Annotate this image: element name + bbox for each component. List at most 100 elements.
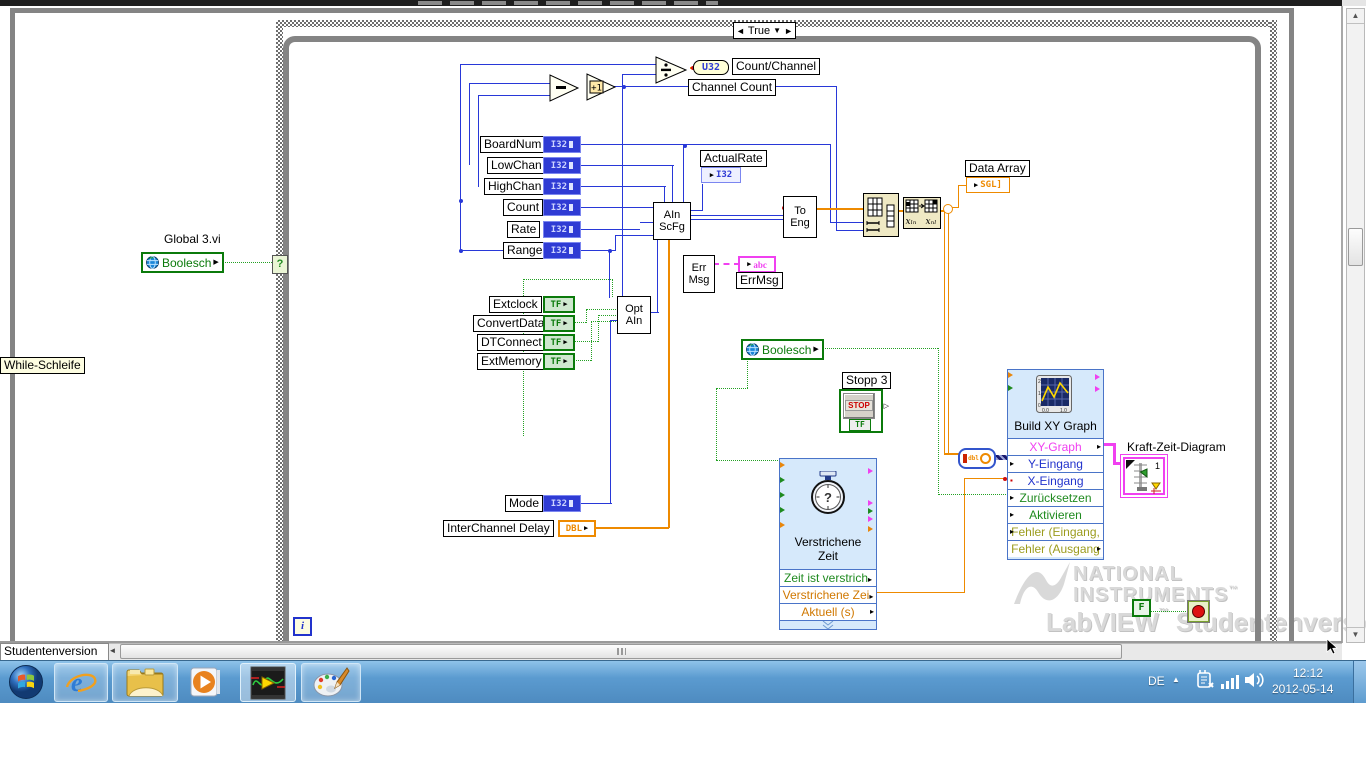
- horizontal-scroll-thumb[interactable]: [120, 644, 1122, 659]
- to-eng-node[interactable]: To Eng: [783, 196, 817, 238]
- build-xy-graph-express-vi[interactable]: 2 1 0 0.0 1.0 Build XY Graph XY-Graph ▸ ▸ Y-E…: [1007, 369, 1104, 560]
- vertical-scrollbar[interactable]: ▲ ▼: [1346, 8, 1365, 643]
- xy-row-xy-graph[interactable]: XY-Graph ▸: [1008, 438, 1103, 455]
- terminal-count-i32[interactable]: I32 ▶: [543, 199, 581, 216]
- case-next-icon[interactable]: ►: [784, 26, 793, 36]
- wire: [469, 83, 551, 84]
- loop-iteration-terminal[interactable]: i: [293, 617, 312, 636]
- elapsed-row-elapsed-time[interactable]: Verstrichene Zei▸: [780, 586, 876, 603]
- loop-stop-terminal[interactable]: [1187, 600, 1210, 623]
- terminal-convertdata-tf[interactable]: TF ▶: [543, 315, 575, 332]
- outer-while-loop-border-left[interactable]: [10, 8, 15, 641]
- divide-node[interactable]: [655, 56, 689, 84]
- labview-icon: [250, 666, 286, 699]
- xy-row-reset[interactable]: ▸ Zurücksetzen: [1008, 489, 1103, 506]
- wire: [607, 86, 688, 87]
- wire: [615, 235, 655, 236]
- stop-icon: STOP: [845, 400, 873, 411]
- terminal-range-i32[interactable]: I32 ▶: [543, 242, 581, 259]
- xy-row-enable[interactable]: ▸ Aktivieren: [1008, 506, 1103, 523]
- terminal-extmemory-tf[interactable]: TF ▶: [543, 353, 575, 370]
- taskbar-paint[interactable]: [301, 663, 361, 702]
- speaker-icon[interactable]: [1243, 670, 1265, 690]
- xy-row-y-input[interactable]: ▸ Y-Eingang: [1008, 455, 1103, 472]
- kraft-zeit-diagram-terminal[interactable]: 1: [1120, 454, 1168, 498]
- wire: [683, 145, 684, 203]
- vertical-scroll-thumb[interactable]: [1348, 228, 1363, 266]
- wire: [958, 185, 959, 208]
- terminal-mode-i32[interactable]: I32 ▶: [543, 495, 581, 512]
- case-dropdown-icon[interactable]: ▼: [773, 26, 781, 35]
- wire: [610, 320, 611, 503]
- express-vi-terminal-arrow: [780, 462, 785, 468]
- global-boolesch-1[interactable]: Boolesch ▶: [141, 252, 224, 273]
- taskbar-labview[interactable]: [240, 663, 296, 702]
- status-tab[interactable]: Studentenversion: [0, 643, 109, 661]
- case-prev-icon[interactable]: ◄: [736, 26, 745, 36]
- terminal-dtconnect-tf[interactable]: TF ▶: [543, 334, 575, 351]
- wire: [747, 357, 748, 388]
- globe-icon: [146, 256, 159, 269]
- case-selector-value[interactable]: True: [748, 25, 770, 37]
- taskbar-media-player[interactable]: [180, 663, 230, 700]
- err-msg-node[interactable]: Err Msg: [683, 255, 715, 293]
- taskbar-windows-explorer[interactable]: [112, 663, 178, 702]
- xy-row-error-in[interactable]: ▸ Fehler (Eingang,: [1008, 523, 1103, 540]
- data-array-label: Data Array: [965, 160, 1030, 177]
- convert-to-dynamic-node[interactable]: dbl: [958, 448, 996, 469]
- elapsed-time-express-vi[interactable]: ? Verstrichene Zeit Zeit ist verstrich▸ V…: [779, 458, 877, 630]
- clock-time[interactable]: 12:12: [1293, 666, 1323, 680]
- hscroll-left-button[interactable]: ◄: [106, 644, 119, 658]
- subtract-node[interactable]: [549, 74, 581, 102]
- case-structure-border-right[interactable]: [1270, 20, 1277, 641]
- transpose-array-node[interactable]: xₗₙ xₙₗ: [903, 197, 941, 229]
- elapsed-row-time-has-elapsed[interactable]: Zeit ist verstrich▸: [780, 569, 876, 586]
- scroll-up-button[interactable]: ▲: [1347, 9, 1364, 24]
- elapsed-expand-chevron[interactable]: [780, 620, 876, 629]
- toolbar-corner: [1342, 0, 1366, 6]
- terminal-extclock-tf[interactable]: TF ▶: [543, 296, 575, 313]
- ain-scfg-node[interactable]: AIn ScFg: [653, 202, 691, 240]
- case-structure-border-left[interactable]: [276, 20, 283, 641]
- start-button[interactable]: [4, 663, 48, 700]
- svg-text:e: e: [71, 668, 83, 697]
- global-vi-title: Global 3.vi: [164, 232, 221, 246]
- clock-date[interactable]: 2012-05-14: [1272, 682, 1333, 696]
- wire: [672, 165, 673, 203]
- outer-while-loop-border-right[interactable]: [1289, 8, 1294, 641]
- errmsg-string-terminal[interactable]: ▶ abc: [738, 256, 776, 273]
- network-signal-icon[interactable]: [1220, 671, 1240, 691]
- reshape-array-node[interactable]: [863, 193, 899, 237]
- terminal-rate-i32[interactable]: I32 ▶: [543, 221, 581, 238]
- global-boolesch-2[interactable]: Boolesch ▶: [741, 339, 824, 360]
- tray-expand-icon[interactable]: ▲: [1172, 675, 1180, 684]
- xy-row-error-out[interactable]: Fehler (Ausgang ▸: [1008, 540, 1103, 557]
- xy-row-x-input[interactable]: ▪ X-Eingang: [1008, 472, 1103, 489]
- control-label-lowchan: LowChan: [487, 157, 546, 174]
- elapsed-row-present[interactable]: Aktuell (s) ▸: [780, 603, 876, 620]
- control-label-interchannel-delay: InterChannel Delay: [443, 520, 554, 537]
- case-selector[interactable]: ◄ True ▼ ►: [733, 22, 796, 39]
- express-vi-terminal-arrow: [868, 526, 873, 532]
- false-constant[interactable]: F: [1132, 599, 1151, 617]
- terminal-boardnum-i32[interactable]: I32 ▶: [543, 136, 581, 153]
- increment-node[interactable]: +1: [586, 73, 618, 101]
- language-indicator[interactable]: DE: [1148, 674, 1165, 688]
- stop-button[interactable]: STOP TF ▷: [839, 389, 889, 433]
- actualrate-i32-indicator[interactable]: ▶ I32: [701, 167, 741, 183]
- terminal-highchan-i32[interactable]: I32 ▶: [543, 178, 581, 195]
- data-array-sgl-indicator[interactable]: ▶ SGL]: [966, 177, 1010, 193]
- desktop: NATIONAL INSTRUMENTS™ LabVIEW™ Studenten…: [0, 0, 1366, 768]
- case-selector-terminal[interactable]: ?: [272, 255, 288, 274]
- u32-conversion-terminal[interactable]: U32: [693, 60, 729, 75]
- taskbar-internet-explorer[interactable]: e: [54, 663, 108, 702]
- windows-start-icon: [9, 664, 43, 699]
- show-desktop-button[interactable]: [1353, 661, 1366, 703]
- svg-text:1: 1: [1155, 461, 1160, 471]
- scroll-down-button[interactable]: ▼: [1347, 627, 1364, 642]
- terminal-lowchan-i32[interactable]: I32 ▶: [543, 157, 581, 174]
- opt-ain-node[interactable]: Opt AIn: [617, 296, 651, 334]
- terminal-interchannel-dbl[interactable]: DBL ▶: [558, 520, 596, 537]
- elapsed-time-title: Verstrichene Zeit: [794, 535, 862, 563]
- action-center-icon[interactable]: [1196, 669, 1216, 693]
